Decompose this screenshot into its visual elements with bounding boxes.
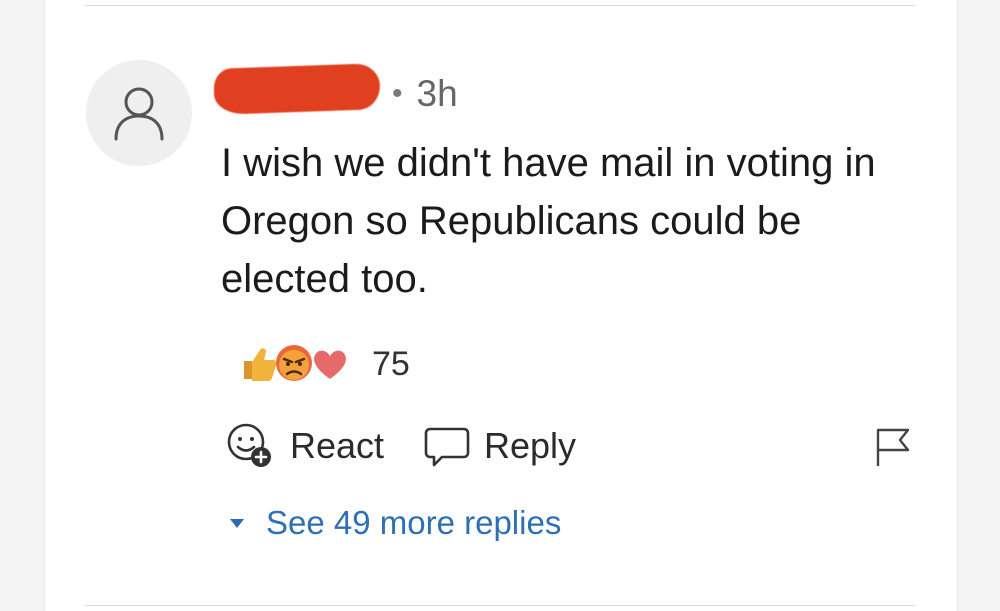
flag-icon: [876, 428, 910, 466]
page: • 3h I wish we didn't have mail in votin…: [0, 0, 1000, 611]
divider: [85, 605, 915, 606]
react-button[interactable]: React: [224, 420, 384, 472]
author-name-redacted: [213, 63, 381, 115]
see-more-replies-label: See 49 more replies: [266, 504, 562, 541]
meta-separator: •: [392, 77, 403, 110]
reaction-summary[interactable]: 75: [238, 340, 410, 386]
see-more-replies-link[interactable]: See 49 more replies: [230, 500, 561, 546]
heart-icon: [314, 350, 346, 379]
react-label: React: [290, 425, 385, 466]
report-button[interactable]: [874, 426, 912, 473]
speech-bubble-icon: [424, 427, 470, 467]
angry-face-icon: [276, 345, 312, 381]
comment-actions: React Reply: [224, 420, 924, 472]
caret-down-icon: [230, 518, 244, 528]
avatar[interactable]: [86, 60, 192, 166]
comment-meta: • 3h: [392, 72, 458, 116]
reaction-icons: [238, 340, 350, 386]
user-icon: [114, 87, 164, 141]
reply-label: Reply: [484, 425, 577, 466]
comment-text: I wish we didn't have mail in voting in …: [221, 141, 876, 301]
thumbs-up-icon: [244, 348, 277, 381]
reply-button[interactable]: Reply: [424, 420, 576, 472]
reaction-count: 75: [372, 345, 410, 383]
add-reaction-icon: [227, 423, 271, 467]
timestamp[interactable]: 3h: [417, 72, 458, 116]
divider: [85, 5, 915, 6]
